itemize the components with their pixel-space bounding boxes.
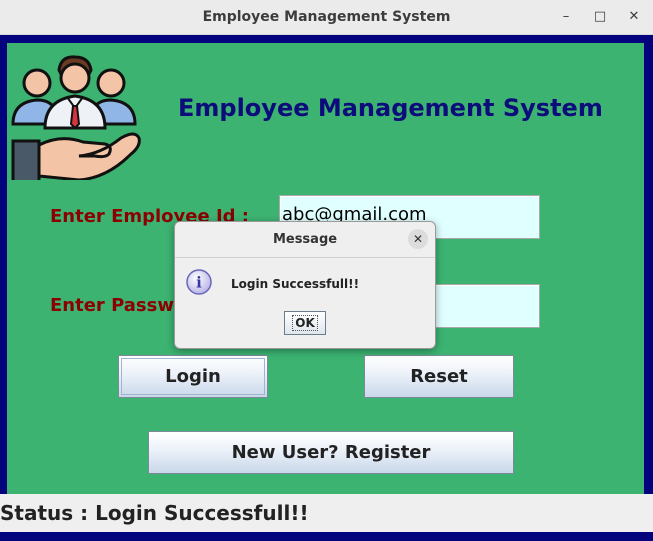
ok-button[interactable]: OK (284, 311, 326, 335)
register-button[interactable]: New User? Register (148, 431, 514, 474)
dialog-message: Login Successfull!! (231, 277, 360, 291)
reset-button[interactable]: Reset (364, 355, 514, 398)
login-button[interactable]: Login (118, 355, 268, 398)
info-icon: i (186, 269, 212, 295)
minimize-button[interactable]: – (556, 8, 576, 26)
page-title: Employee Management System (178, 94, 603, 122)
close-icon[interactable]: ✕ (408, 229, 428, 249)
ok-button-label: OK (292, 315, 318, 331)
svg-text:i: i (196, 274, 202, 292)
message-dialog: Message ✕ i Login Successfull!! OK (174, 221, 436, 349)
maximize-button[interactable]: □ (590, 8, 610, 26)
employees-in-hand-icon (11, 55, 141, 180)
close-window-button[interactable]: ✕ (624, 8, 644, 26)
dialog-title: Message (175, 222, 435, 258)
status-bar: Status : Login Successfull!! (0, 494, 653, 532)
window-titlebar: Employee Management System – □ ✕ (0, 0, 653, 35)
